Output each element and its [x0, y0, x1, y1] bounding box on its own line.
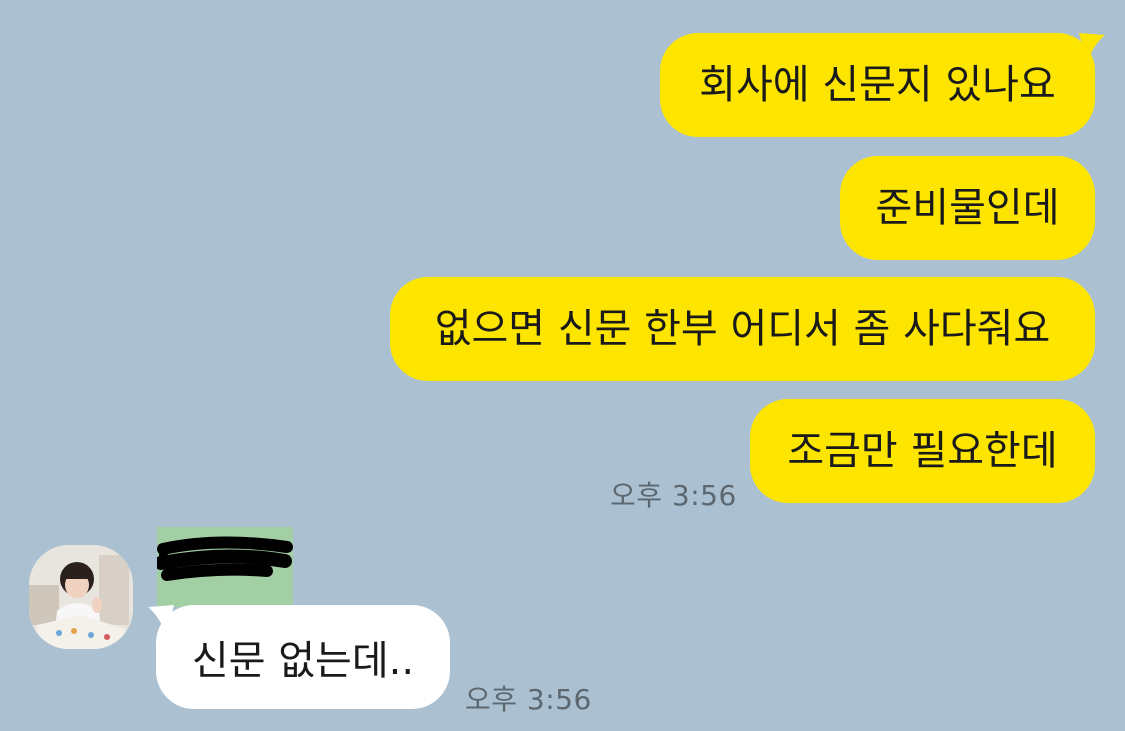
sender-avatar[interactable] — [29, 545, 133, 649]
bubble-tail — [148, 605, 174, 635]
message-timestamp: 오후 3:56 — [465, 683, 592, 716]
outgoing-message-bubble[interactable]: 회사에 신문지 있나요 — [660, 33, 1105, 137]
message-text: 회사에 신문지 있나요 — [699, 62, 1056, 108]
incoming-message-bubble[interactable]: 신문 없는데.. — [148, 605, 450, 709]
outgoing-message-bubble[interactable]: 없으면 신문 한부 어디서 좀 사다줘요 — [390, 277, 1095, 381]
message-text: 준비물인데 — [875, 185, 1060, 231]
child-photo-icon — [29, 545, 133, 649]
message-timestamp: 오후 3:56 — [610, 479, 737, 512]
message-text: 조금만 필요한데 — [787, 428, 1058, 474]
outgoing-message-bubble[interactable]: 준비물인데 — [840, 156, 1095, 260]
sender-name-redacted — [154, 527, 293, 607]
message-text: 신문 없는데.. — [191, 638, 415, 684]
redaction-scribble — [154, 536, 293, 581]
message-text: 없으면 신문 한부 어디서 좀 사다줘요 — [434, 306, 1051, 352]
chat-message-list[interactable]: 회사에 신문지 있나요 준비물인데 없으면 신문 한부 어디서 좀 사다줘요 조… — [0, 0, 1125, 731]
outgoing-message-bubble[interactable]: 조금만 필요한데 — [750, 399, 1095, 503]
bubble-tail — [1079, 33, 1105, 63]
